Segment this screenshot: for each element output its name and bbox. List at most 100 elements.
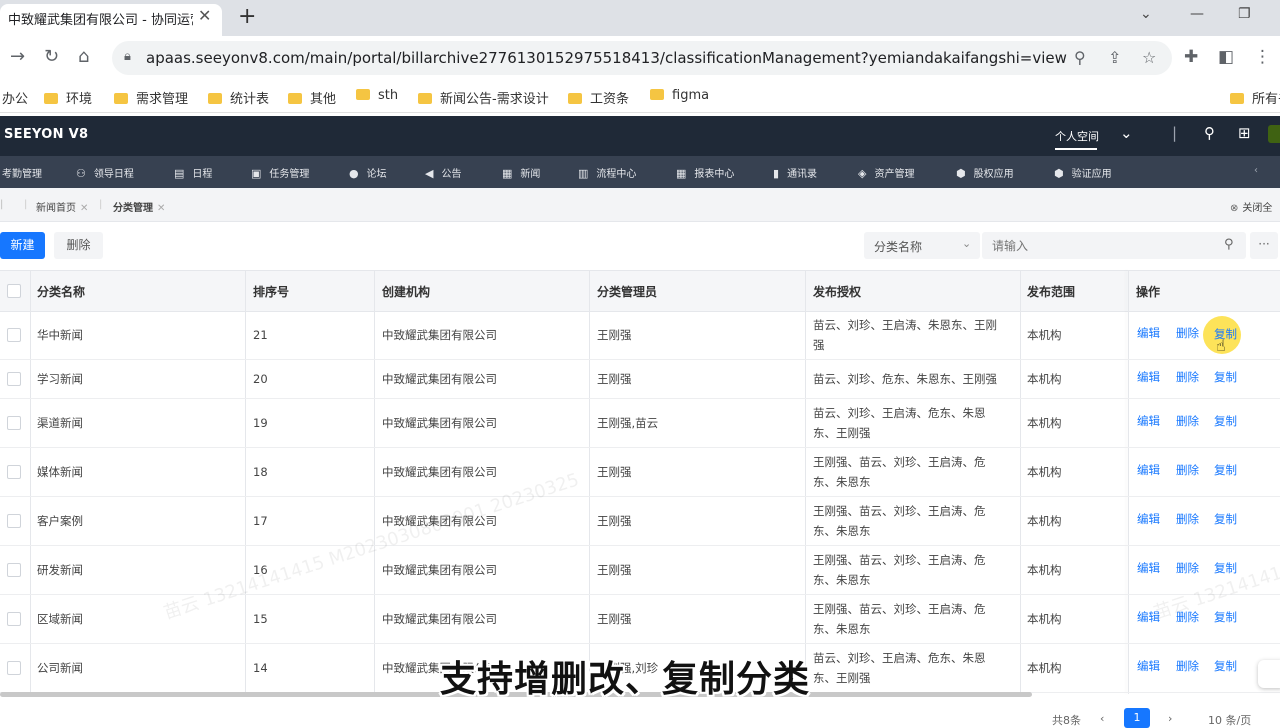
bookmark-item[interactable]: 工资条 bbox=[568, 88, 629, 107]
chevron-left-icon[interactable]: ‹ bbox=[1254, 165, 1258, 176]
more-button[interactable]: ··· bbox=[1250, 232, 1278, 259]
delete-link[interactable]: 删除 bbox=[1176, 369, 1199, 385]
row-checkbox[interactable] bbox=[7, 611, 21, 626]
menu-item-forum[interactable]: ● 论坛 bbox=[349, 165, 387, 180]
tab-classification[interactable]: 分类管理 ✕ bbox=[113, 199, 165, 214]
delete-button[interactable]: 删除 bbox=[54, 232, 103, 259]
extensions-icon[interactable]: ✚ bbox=[1184, 47, 1198, 67]
edit-link[interactable]: 编辑 bbox=[1137, 658, 1160, 674]
table-row[interactable] bbox=[0, 359, 1280, 399]
edit-link[interactable]: 编辑 bbox=[1137, 413, 1160, 429]
home-icon[interactable]: ⌂ bbox=[78, 46, 89, 67]
row-checkbox[interactable] bbox=[7, 464, 21, 479]
copy-link[interactable]: 复制 bbox=[1214, 511, 1237, 527]
copy-link[interactable]: 复制 bbox=[1214, 609, 1237, 625]
row-checkbox[interactable] bbox=[7, 660, 21, 675]
column-header-admin[interactable]: 分类管理员 bbox=[597, 283, 657, 300]
row-checkbox[interactable] bbox=[7, 371, 21, 386]
close-icon[interactable]: ✕ bbox=[157, 203, 165, 214]
menu-item-process[interactable]: ▥ 流程中心 bbox=[578, 165, 636, 180]
bookmark-item[interactable]: figma bbox=[650, 88, 709, 103]
close-all-tabs[interactable]: ⊗ 关闭全 bbox=[1230, 199, 1272, 214]
reload-icon[interactable]: ↻ bbox=[44, 46, 59, 67]
bookmark-item[interactable]: 新闻公告-需求设计 bbox=[418, 88, 549, 107]
menu-item-announcement[interactable]: ◀ 公告 bbox=[425, 165, 461, 180]
edit-link[interactable]: 编辑 bbox=[1137, 369, 1160, 385]
delete-link[interactable]: 删除 bbox=[1176, 560, 1199, 576]
column-header-auth[interactable]: 发布授权 bbox=[813, 283, 861, 300]
bookmark-item[interactable]: 所有书 bbox=[1230, 88, 1280, 107]
chevron-down-icon[interactable]: ⌄ bbox=[1120, 124, 1133, 142]
bookmark-item[interactable]: sth bbox=[356, 88, 398, 103]
select-all-checkbox[interactable] bbox=[7, 284, 21, 298]
bookmark-item[interactable]: 办公 bbox=[2, 88, 28, 107]
chevron-down-icon[interactable]: ⌄ bbox=[1140, 6, 1152, 22]
copy-link[interactable]: 复制 bbox=[1214, 462, 1237, 478]
menu-item-report[interactable]: ▦ 报表中心 bbox=[676, 165, 734, 180]
delete-link[interactable]: 删除 bbox=[1176, 511, 1199, 527]
tab-news-home[interactable]: 新闻首页 ✕ bbox=[36, 199, 88, 214]
search-input[interactable] bbox=[982, 232, 1246, 259]
new-tab-icon[interactable]: + bbox=[238, 4, 256, 29]
restore-icon[interactable]: ❐ bbox=[1238, 6, 1251, 22]
delete-link[interactable]: 删除 bbox=[1176, 462, 1199, 478]
search-icon[interactable]: ⚲ bbox=[1224, 237, 1234, 252]
column-header-org[interactable]: 创建机构 bbox=[382, 283, 430, 300]
table-row[interactable] bbox=[0, 545, 1280, 595]
menu-item-attendance[interactable]: 考勤管理 bbox=[2, 165, 42, 180]
row-checkbox[interactable] bbox=[7, 327, 21, 342]
edit-link[interactable]: 编辑 bbox=[1137, 560, 1160, 576]
apps-grid-icon[interactable]: ⊞ bbox=[1238, 124, 1251, 142]
avatar[interactable] bbox=[1268, 125, 1280, 143]
row-checkbox[interactable] bbox=[7, 562, 21, 577]
bookmark-item[interactable]: 环境 bbox=[44, 88, 92, 107]
menu-item-leader-schedule[interactable]: ⚇ 领导日程 bbox=[76, 165, 134, 180]
personal-space-tab[interactable]: 个人空间 bbox=[1055, 128, 1099, 144]
forward-arrow-icon[interactable]: → bbox=[10, 46, 25, 67]
table-row[interactable] bbox=[0, 496, 1280, 546]
page-size-select[interactable]: 10 条/页 bbox=[1208, 712, 1251, 728]
row-checkbox[interactable] bbox=[7, 415, 21, 430]
zoom-icon[interactable]: ⚲ bbox=[1074, 48, 1086, 67]
delete-link[interactable]: 删除 bbox=[1176, 658, 1199, 674]
menu-item-equity[interactable]: ⬢ 股权应用 bbox=[956, 165, 1014, 180]
column-header-scope[interactable]: 发布范围 bbox=[1027, 283, 1075, 300]
new-button[interactable]: 新建 bbox=[0, 232, 45, 259]
floating-assistant-button[interactable] bbox=[1258, 660, 1280, 688]
menu-item-tasks[interactable]: ▣ 任务管理 bbox=[251, 165, 309, 180]
menu-item-contacts[interactable]: ▮ 通讯录 bbox=[773, 165, 817, 180]
search-icon[interactable]: ⚲ bbox=[1204, 124, 1215, 142]
table-row[interactable] bbox=[0, 447, 1280, 497]
copy-link[interactable]: 复制 bbox=[1214, 658, 1237, 674]
table-row[interactable] bbox=[0, 310, 1280, 360]
edit-link[interactable]: 编辑 bbox=[1137, 325, 1160, 341]
menu-kebab-icon[interactable]: ⋮ bbox=[1254, 47, 1271, 67]
menu-item-calendar[interactable]: ▤ 日程 bbox=[174, 165, 212, 180]
copy-link[interactable]: 复制 bbox=[1214, 369, 1237, 385]
edit-link[interactable]: 编辑 bbox=[1137, 511, 1160, 527]
minimize-icon[interactable]: — bbox=[1190, 6, 1204, 22]
bookmark-star-icon[interactable]: ☆ bbox=[1142, 48, 1156, 67]
tab-close-icon[interactable]: ✕ bbox=[198, 6, 211, 25]
bookmark-item[interactable]: 统计表 bbox=[208, 88, 269, 107]
sidepanel-icon[interactable]: ◧ bbox=[1218, 47, 1234, 67]
close-icon[interactable]: ✕ bbox=[80, 203, 88, 214]
delete-link[interactable]: 删除 bbox=[1176, 413, 1199, 429]
prev-page-icon[interactable]: ‹ bbox=[1100, 712, 1104, 725]
share-icon[interactable]: ⇪ bbox=[1108, 48, 1121, 67]
pagination-current[interactable]: 1 bbox=[1124, 708, 1150, 728]
column-header-order[interactable]: 排序号 bbox=[253, 283, 289, 300]
url-text[interactable]: apaas.seeyonv8.com/main/portal/billarchi… bbox=[146, 49, 1067, 67]
copy-link[interactable]: 复制 bbox=[1214, 413, 1237, 429]
edit-link[interactable]: 编辑 bbox=[1137, 462, 1160, 478]
bookmark-item[interactable]: 需求管理 bbox=[114, 88, 188, 107]
bookmark-item[interactable]: 其他 bbox=[288, 88, 336, 107]
menu-item-news[interactable]: ▦ 新闻 bbox=[502, 165, 540, 180]
app-logo[interactable]: SEEYON V8 bbox=[4, 127, 88, 142]
lock-icon[interactable]: 🔒︎ bbox=[124, 49, 131, 64]
column-header-name[interactable]: 分类名称 bbox=[37, 283, 85, 300]
row-checkbox[interactable] bbox=[7, 513, 21, 528]
next-page-icon[interactable]: › bbox=[1168, 712, 1172, 725]
menu-item-assets[interactable]: ◈ 资产管理 bbox=[858, 165, 914, 180]
delete-link[interactable]: 删除 bbox=[1176, 325, 1199, 341]
